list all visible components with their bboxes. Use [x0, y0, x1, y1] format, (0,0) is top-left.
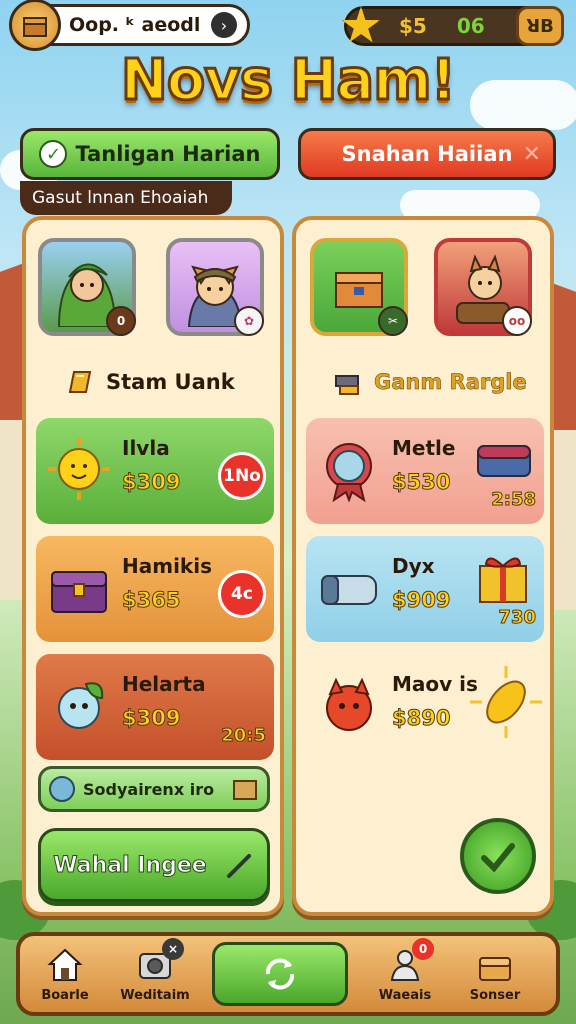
- info-text: Sodyairenx iro: [83, 779, 215, 799]
- refresh-icon: [265, 958, 295, 990]
- portrait-badge: 0: [106, 306, 136, 336]
- item-badge: 4c: [218, 570, 266, 618]
- battery-icon: [477, 445, 531, 477]
- check-icon: ✓: [39, 140, 68, 168]
- box-icon: [23, 17, 47, 37]
- nav-refresh-button[interactable]: [212, 942, 348, 1006]
- shop-item[interactable]: Dyx $909 730: [306, 536, 544, 642]
- nav-badge: ×: [162, 937, 184, 960]
- item-count: 2:58: [491, 489, 537, 511]
- arrow-right-icon[interactable]: ›: [211, 12, 237, 38]
- leaf-creature-icon: [58, 682, 104, 729]
- action-label: Wahal Ingee: [53, 852, 207, 878]
- item-name: Hamikis: [122, 554, 212, 578]
- item-count: 730: [498, 607, 537, 629]
- item-price: $309: [121, 470, 181, 495]
- item-name: Metle: [392, 436, 456, 460]
- item-price: $530: [391, 470, 451, 495]
- action-button[interactable]: Wahal Ingee: [38, 828, 270, 902]
- close-icon[interactable]: ✕: [523, 142, 541, 167]
- avatar: [9, 0, 61, 51]
- sun-face-icon: [48, 438, 110, 500]
- character-portrait[interactable]: ✿: [166, 238, 264, 336]
- item-badge: 1No: [218, 452, 266, 500]
- item-price: $365: [121, 588, 181, 613]
- chest-icon: [479, 956, 511, 981]
- checkmark-icon: [481, 843, 515, 873]
- player-profile[interactable]: Oop. ᵏ aeodl ›: [9, 0, 250, 51]
- portrait-badge: ✿: [234, 306, 264, 336]
- bottom-nav: Boarle × Weditaim 0 Waeais Sonser: [16, 932, 560, 1016]
- nav-media[interactable]: × Weditaim: [110, 937, 200, 1003]
- gold-bar-icon: [68, 371, 92, 393]
- shop-item[interactable]: Maov is $890: [306, 654, 544, 760]
- tab-label: Snahan Haiian: [341, 142, 513, 166]
- character-portrait[interactable]: 0: [38, 238, 136, 336]
- right-panel: ✂ oo Ganm Rargle Metle $530 2:58 Dyx $90…: [292, 216, 554, 916]
- nav-label: Sonser: [469, 987, 521, 1003]
- currency-add-button[interactable]: ꓤB: [516, 6, 564, 46]
- tab-daily-rewards[interactable]: Snahan Haiian ✕: [298, 128, 556, 180]
- tab-daily-tasks[interactable]: ✓ Tanligan Harian: [20, 128, 280, 180]
- info-bar[interactable]: Sodyairenx iro: [38, 766, 270, 812]
- anvil-icon: [335, 375, 359, 395]
- shop-item[interactable]: Metle $530 2:58: [306, 418, 544, 524]
- nav-label: Waeais: [378, 987, 432, 1003]
- item-count: 20:5: [221, 725, 267, 747]
- section-header: Stam Uank: [64, 366, 235, 398]
- item-portrait[interactable]: ✂: [310, 238, 408, 336]
- star-coin-icon: [341, 6, 381, 43]
- tube-icon: [321, 575, 377, 605]
- nav-characters[interactable]: 0 Waeais: [360, 937, 450, 1003]
- page-title: Novs Ham!: [119, 47, 457, 115]
- profile-name: Oop. ᵏ aeodl: [69, 14, 201, 36]
- item-price: $309: [121, 706, 181, 731]
- gem-count: 06: [456, 14, 485, 38]
- nav-label: Weditaim: [120, 987, 190, 1003]
- info-circle-icon: [49, 776, 75, 802]
- nav-home[interactable]: Boarle: [20, 946, 110, 1003]
- item-price: $890: [391, 706, 451, 731]
- gift-box-icon: [479, 557, 527, 603]
- left-panel: 0 ✿ Stam Uank Ilvla $309 1No Hamikis $36…: [22, 216, 284, 916]
- shop-item[interactable]: Hamikis $365 4c: [36, 536, 274, 642]
- shop-item[interactable]: Ilvla $309 1No: [36, 418, 274, 524]
- confirm-button[interactable]: [460, 818, 536, 894]
- item-portrait[interactable]: oo: [434, 238, 532, 336]
- chest-icon: [51, 571, 107, 613]
- nav-label: Boarle: [41, 987, 89, 1003]
- medal-creature-icon: [326, 443, 372, 502]
- portrait-badge: oo: [502, 306, 532, 336]
- nav-badge: 0: [412, 937, 434, 960]
- nav-chest[interactable]: Sonser: [450, 946, 540, 1003]
- section-title: Ganm Rargle: [374, 370, 527, 395]
- golden-bean-icon: [470, 666, 542, 738]
- fire-creature-icon: [326, 677, 372, 731]
- shop-item[interactable]: Helarta $309 20:5: [36, 654, 274, 760]
- currency-bar: $5 06 ꓤB: [341, 6, 564, 46]
- portrait-badge: ✂: [378, 306, 408, 336]
- item-name: Helarta: [122, 672, 206, 696]
- home-icon: [47, 948, 83, 981]
- section-title: Stam Uank: [106, 370, 235, 394]
- section-subtitle: Gasut lnnan Ehoaiah: [20, 181, 232, 215]
- section-header: Ganm Rargle: [332, 366, 527, 398]
- item-name: Ilvla: [122, 436, 170, 460]
- box-icon: [233, 780, 257, 800]
- tab-label: Tanligan Harian: [75, 142, 261, 166]
- coin-count: $5: [399, 14, 427, 38]
- pencil-icon: [226, 854, 251, 878]
- item-name: Dyx: [392, 554, 435, 578]
- item-name: Maov is: [392, 672, 478, 696]
- item-price: $909: [391, 588, 451, 613]
